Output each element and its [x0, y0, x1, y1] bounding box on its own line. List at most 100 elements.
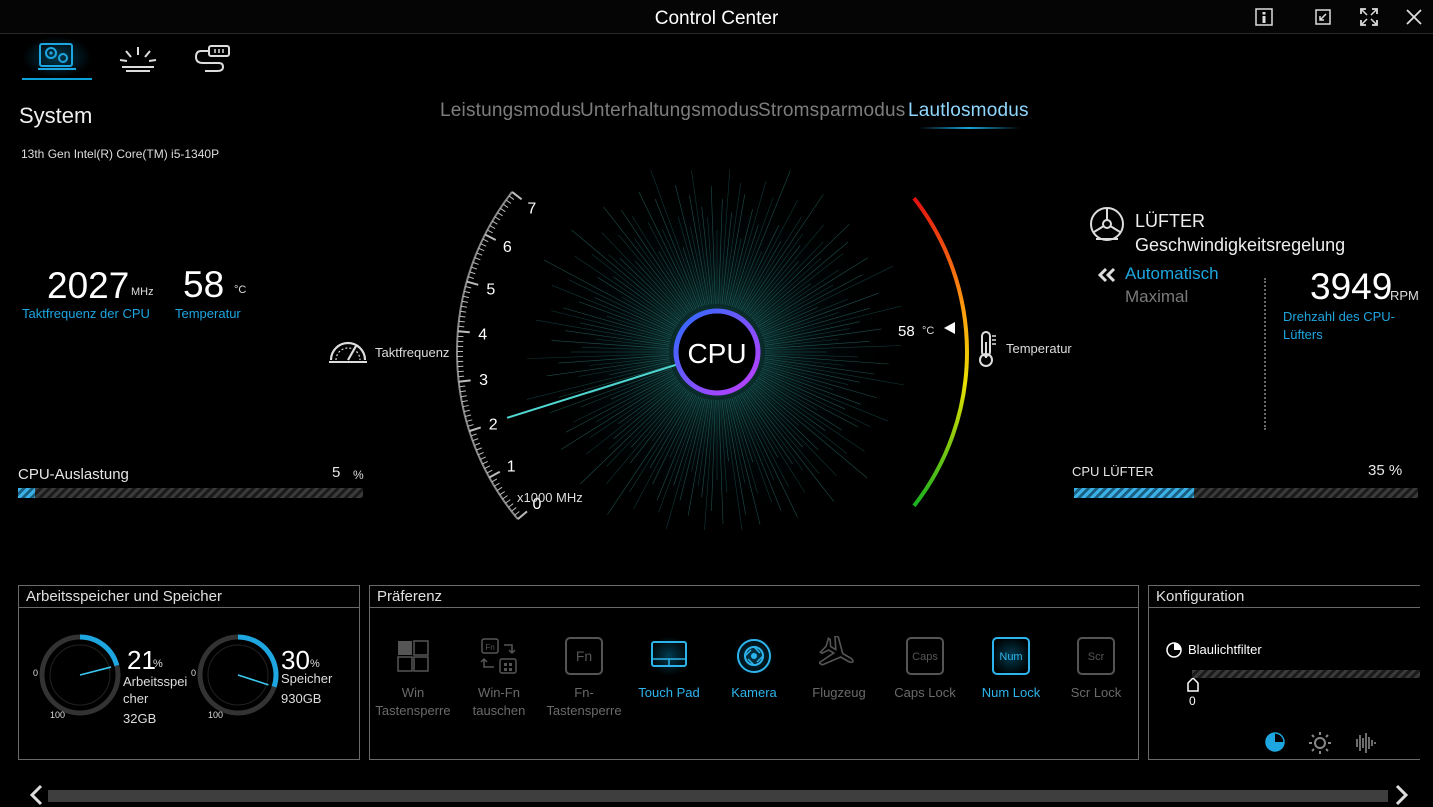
freq-scale-tick [457, 330, 470, 334]
minimize-button[interactable] [1310, 5, 1336, 29]
temp-readout-value: 58 [898, 323, 915, 340]
horizontal-scrollbar[interactable] [48, 790, 1388, 802]
freq-scale-tick [511, 191, 523, 201]
freq-tick-label: 7 [527, 200, 536, 217]
cpu-freq-value: 2027 [47, 265, 130, 306]
maximize-button[interactable] [1356, 5, 1382, 29]
pref-scr-lock[interactable]: Scr Scr Lock [1055, 636, 1137, 702]
freq-scale-tick [484, 465, 491, 469]
audio-wave-button[interactable] [1352, 731, 1376, 760]
ram-percent-value: 21 [127, 645, 156, 675]
scroll-right-button[interactable] [1392, 784, 1410, 807]
pref-caps-lock[interactable]: Caps Caps Lock [884, 636, 966, 702]
ring-fill [237, 634, 279, 688]
freq-scale-tick [460, 395, 467, 398]
freq-scale-tick [496, 486, 503, 491]
pref-camera[interactable]: Kamera [713, 636, 795, 702]
bluelight-slider-track[interactable] [1192, 670, 1420, 678]
fan-mode-maximal[interactable]: Maximal [1125, 287, 1188, 307]
chevron-left-icon [29, 784, 43, 806]
freq-tick-label: 6 [503, 239, 512, 256]
freq-tick-label: 1 [507, 458, 516, 475]
freq-tick-label: 3 [479, 372, 488, 389]
temp-scale-arc [912, 196, 969, 508]
freq-scale-tick [459, 390, 467, 393]
temp-readout-unit: °C [922, 325, 935, 337]
pref-touchpad[interactable]: Touch Pad [628, 636, 710, 702]
disk-percent-unit: % [310, 658, 320, 670]
freq-scale-tick [508, 503, 514, 508]
preference-panel-heading: Präferenz [370, 586, 1138, 608]
fan-rpm-value: 3949 [1310, 266, 1393, 307]
tab-connectivity[interactable] [178, 36, 248, 80]
freq-scale-tick [477, 451, 484, 456]
cable-icon [194, 45, 230, 72]
freq-scale-tick [466, 419, 473, 422]
maximize-icon [1360, 8, 1378, 26]
ram-percent-unit: % [153, 658, 163, 670]
freq-scale-tick [467, 424, 474, 427]
freq-scale-tick [494, 216, 501, 221]
pref-win-lock-label: Win Tastensperre [375, 685, 451, 718]
freq-scale-tick [514, 511, 520, 516]
cpu-center-label: CPU [687, 338, 746, 369]
freq-scale-tick [478, 247, 485, 252]
freq-scale-tick [505, 199, 512, 204]
num-lock-icon-caption: Num [999, 651, 1022, 663]
brightness-button[interactable] [1308, 731, 1332, 760]
caps-lock-icon: Caps [904, 636, 946, 676]
mode-leistungsmodus[interactable]: Leistungsmodus [440, 100, 581, 122]
mode-stromsparmodus[interactable]: Stromsparmodus [758, 100, 905, 122]
fan-rpm-unit: RPM [1390, 288, 1419, 303]
freq-gauge-label: Taktfrequenz [375, 345, 450, 360]
ram-gauge-min: 0 [33, 668, 39, 678]
fan-title: LÜFTER [1135, 211, 1206, 231]
pref-scr-lock-label: Scr Lock [1070, 685, 1122, 700]
info-icon [1255, 8, 1273, 26]
fan-mode-automatic[interactable]: Automatisch [1125, 264, 1219, 284]
freq-scale-tick [461, 300, 468, 303]
disk-gauge-max: 100 [208, 710, 224, 720]
info-button[interactable] [1251, 5, 1277, 29]
ram-gauge [39, 634, 121, 716]
freq-scale-tick [460, 310, 467, 313]
close-button[interactable] [1401, 5, 1427, 29]
freq-tick-label: 2 [489, 417, 498, 434]
tab-keyboard-light[interactable] [103, 36, 173, 80]
freq-scale-tick [458, 325, 465, 328]
freq-scale-tick [465, 285, 472, 289]
pref-fn-lock[interactable]: Fn Fn-Tastensperre [543, 636, 625, 720]
freq-scale-tick [500, 207, 506, 213]
pref-airplane[interactable]: Flugzeug [798, 636, 880, 702]
freq-scale-tick [467, 276, 475, 279]
pref-camera-label: Kamera [731, 685, 777, 700]
pref-win-lock[interactable]: Win Tastensperre [372, 636, 454, 720]
scroll-left-button[interactable] [28, 784, 46, 807]
scroll-lock-icon: Scr [1075, 636, 1117, 676]
freq-tick-label: 4 [478, 326, 487, 343]
mode-lautlosmodus[interactable]: Lautlosmodus [908, 100, 1029, 122]
freq-scale-tick [464, 290, 471, 294]
ram-size: 32GB [123, 711, 157, 726]
display-mode-button[interactable] [1264, 731, 1286, 758]
pref-num-lock[interactable]: Num Num Lock [970, 636, 1052, 702]
win-fn-swap-icon: Fn [478, 636, 520, 676]
freq-scale-tick [458, 375, 465, 378]
freq-unit-label: x1000 MHz [517, 490, 583, 505]
config-panel-heading: Konfiguration [1149, 586, 1420, 608]
freq-scale-tick [474, 442, 481, 446]
close-icon [1406, 9, 1422, 25]
freq-scale-tick [459, 315, 466, 318]
freq-scale-tick [486, 469, 493, 474]
mode-unterhaltungsmodus[interactable]: Unterhaltungsmodus [580, 100, 759, 122]
freq-scale-tick [484, 233, 497, 241]
fan-icon [1088, 205, 1126, 248]
cpu-temp-unit: °C [234, 284, 247, 296]
windows-lock-icon [392, 636, 434, 676]
pref-fn-lock-label: Fn-Tastensperre [546, 685, 622, 718]
pref-win-fn-swap[interactable]: Fn Win-Fn tauschen [458, 636, 540, 720]
win-fn-swap-icon-caption: Fn [485, 643, 494, 652]
tab-system[interactable] [22, 36, 92, 80]
pref-num-lock-label: Num Lock [981, 685, 1041, 700]
freq-scale-tick [460, 305, 468, 308]
